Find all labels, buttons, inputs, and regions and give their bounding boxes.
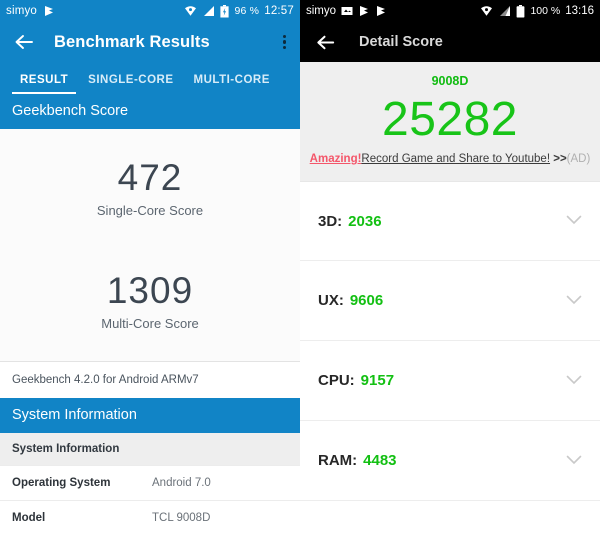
back-arrow-icon[interactable] [12,30,36,54]
battery-percent-label: 100 % [530,5,561,17]
table-row: Model TCL 9008D [0,500,300,533]
wifi-icon [480,5,493,17]
multi-core-score-value: 1309 [106,270,194,311]
right-status-bar: simyo 100 % 13:16 [300,0,600,22]
battery-percent-label: 96 % [234,5,260,17]
detail-score-list: 3D: 2036 UX: 9606 CPU: 9157 RAM: 4483 [300,181,600,502]
multi-core-score-label: Multi-Core Score [101,316,199,331]
chevron-down-icon[interactable] [566,212,582,230]
row-key: Operating System [12,477,111,489]
tab-result[interactable]: RESULT [10,74,78,94]
single-core-score-label: Single-Core Score [96,203,204,218]
ad-text-label: Record Game and Share to Youtube! [361,153,551,166]
item-value-ram: 4483 [363,452,397,470]
row-value: Android 7.0 [152,477,211,489]
status-left-group: simyo [306,5,387,17]
row-key: Model [12,512,46,524]
geekbench-score-section-header: Geekbench Score [0,94,300,129]
status-icons-group: 96 % 12:57 [184,4,294,18]
device-model-label: 9008D [431,74,469,88]
table-row: Operating System Android 7.0 [0,465,300,500]
flag-icon [43,5,55,17]
tab-single-core[interactable]: SINGLE-CORE [78,74,183,94]
wifi-icon [184,5,197,17]
system-information-table: System Information Operating System Andr… [0,433,300,533]
single-core-score-block: 472 Single-Core Score [0,129,300,248]
ad-banner[interactable]: Amazing!Record Game and Share to Youtube… [300,153,600,165]
chevron-down-icon[interactable] [566,372,582,390]
system-information-section-header: System Information [0,398,300,433]
table-header-row: System Information [0,433,300,465]
signal-bars-icon [202,5,215,17]
list-item[interactable]: 3D: 2036 [300,181,600,262]
tab-bar: RESULT SINGLE-CORE MULTI-CORE [0,62,300,94]
tab-multi-core[interactable]: MULTI-CORE [184,74,280,94]
item-key-cpu: CPU: [318,372,355,390]
item-key-ram: RAM: [318,452,358,470]
chevron-down-icon[interactable] [566,292,582,310]
left-app-toolbar: Benchmark Results [0,22,300,62]
battery-charging-icon [220,4,230,18]
ad-arrows-label: >> [553,153,567,166]
list-item[interactable]: RAM: 4483 [300,421,600,502]
item-value-3d: 2036 [348,212,382,230]
single-core-score-value: 472 [117,157,183,198]
row-value: TCL 9008D [152,512,211,524]
score-summary-header: 9008D 25282 Amazing!Record Game and Shar… [300,62,600,182]
battery-full-icon [516,4,525,18]
flag-icon [358,5,370,17]
sd-card-icon [341,6,353,16]
item-key-3d: 3D: [318,212,343,230]
page-title: Benchmark Results [54,32,210,51]
item-value-ux: 9606 [349,292,384,310]
overflow-menu-icon[interactable] [282,34,288,50]
list-item[interactable]: UX: 9606 [300,261,600,342]
total-score-value: 25282 [382,93,518,146]
multi-core-score-block: 1309 Multi-Core Score [0,248,300,361]
carrier-label: simyo [6,5,38,17]
score-card-group: 472 Single-Core Score 1309 Multi-Core Sc… [0,129,300,361]
chevron-down-icon[interactable] [566,452,582,470]
carrier-label: simyo [306,5,337,17]
item-value-cpu: 9157 [360,372,395,390]
ad-tag-label: (AD) [566,153,591,166]
status-icons-group: 100 % 13:16 [480,4,594,18]
ad-highlight-label: Amazing! [309,153,362,166]
clock-label: 13:16 [565,5,594,17]
right-phone-screen-antutu: simyo 100 % 13:16 Detail Score 9008D 252… [300,0,600,533]
table-header-label: System Information [12,443,120,455]
left-phone-screen-geekbench: simyo 96 % 12:57 Benchmark Results RESUL… [0,0,300,533]
left-status-bar: simyo 96 % 12:57 [0,0,300,22]
signal-bars-icon [498,5,511,17]
dual-screenshot-comparison: simyo 96 % 12:57 Benchmark Results RESUL… [0,0,600,533]
flag-icon [375,5,387,17]
clock-label: 12:57 [264,5,294,17]
back-arrow-icon[interactable] [314,31,337,54]
page-title: Detail Score [359,34,443,50]
right-app-toolbar: Detail Score [300,22,600,62]
item-key-ux: UX: [318,292,344,310]
geekbench-version-label: Geekbench 4.2.0 for Android ARMv7 [0,361,300,398]
list-item[interactable]: CPU: 9157 [300,341,600,422]
